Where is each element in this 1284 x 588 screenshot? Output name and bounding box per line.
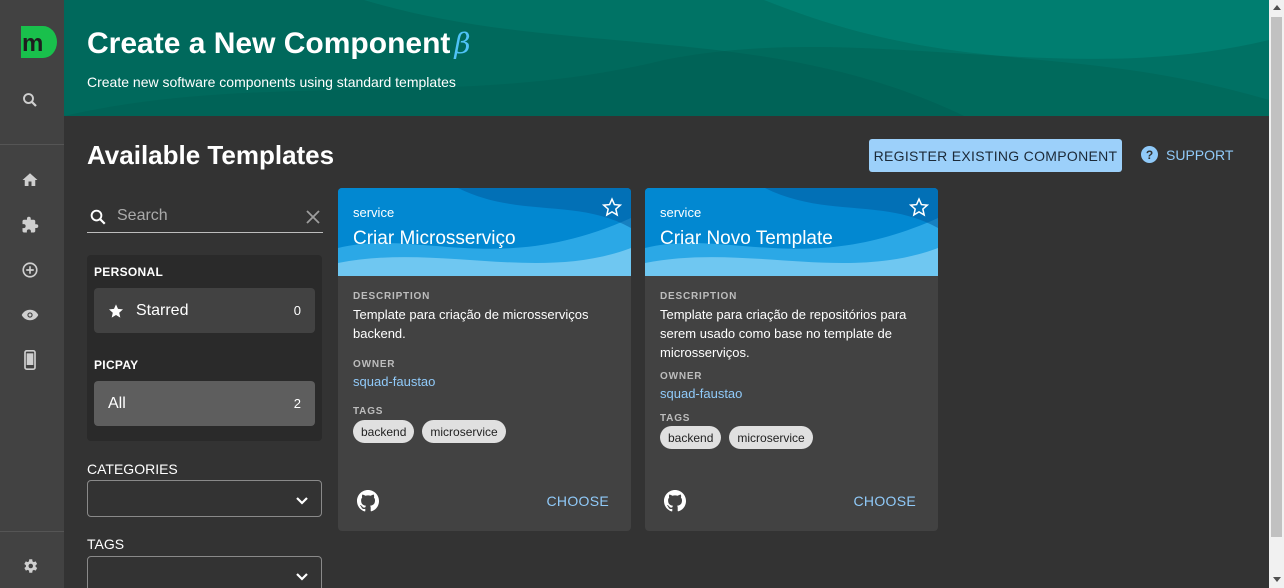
sidebar-divider	[0, 531, 64, 532]
svg-text:m: m	[22, 30, 43, 57]
register-existing-component-button[interactable]: REGISTER EXISTING COMPONENT	[869, 139, 1122, 172]
tag-list: backend microservice	[353, 420, 506, 443]
scrollbar[interactable]	[1269, 0, 1284, 588]
tags-label: TAGS	[353, 406, 384, 417]
owner-label: OWNER	[353, 359, 396, 370]
filter-starred-count: 0	[293, 303, 301, 318]
tag-chip[interactable]: backend	[353, 420, 415, 443]
github-icon[interactable]	[356, 489, 380, 518]
clear-icon[interactable]	[306, 210, 320, 229]
settings-icon[interactable]	[20, 556, 40, 576]
card-title: Criar Microsserviço	[353, 228, 516, 249]
tag-chip[interactable]: microservice	[422, 420, 506, 443]
filter-starred-label: Starred	[136, 301, 189, 319]
categories-select[interactable]	[87, 480, 322, 517]
personal-heading: PERSONAL	[94, 265, 164, 279]
page-title-text: Create a New Component	[87, 27, 451, 60]
filter-starred[interactable]: Starred 0	[94, 288, 315, 333]
search-icon	[89, 208, 107, 231]
support-button[interactable]: ? SUPPORT	[1141, 146, 1233, 163]
description-label: DESCRIPTION	[660, 291, 738, 302]
card-type: service	[353, 205, 395, 220]
support-label: SUPPORT	[1166, 146, 1234, 163]
star-outline-icon[interactable]	[601, 197, 623, 222]
scroll-up-arrow-icon[interactable]	[1273, 5, 1281, 10]
card-title: Criar Novo Template	[660, 228, 833, 249]
search-field[interactable]	[87, 200, 323, 233]
scroll-down-arrow-icon[interactable]	[1273, 577, 1281, 582]
choose-button[interactable]: CHOOSE	[547, 493, 609, 509]
owner-label: OWNER	[660, 371, 703, 382]
mobile-icon[interactable]	[20, 350, 40, 370]
org-heading: PICPAY	[94, 358, 139, 372]
tag-chip[interactable]: backend	[660, 426, 722, 449]
beta-badge: β	[454, 27, 471, 60]
logo-icon[interactable]: m	[17, 24, 57, 60]
chevron-down-icon	[295, 493, 309, 511]
description-label: DESCRIPTION	[353, 291, 431, 302]
card-description: Template para criação de microsserviços …	[353, 307, 589, 341]
card-type: service	[660, 205, 702, 220]
scroll-thumb[interactable]	[1271, 17, 1282, 537]
tags-label: TAGS	[87, 536, 125, 552]
choose-button[interactable]: CHOOSE	[854, 493, 916, 509]
card-header: service Criar Microsserviço	[338, 188, 631, 276]
page-header: Create a New Component β Create new softw…	[64, 0, 1269, 116]
template-card: service Criar Microsserviço DESCRIPTION …	[338, 188, 631, 531]
sidebar: m	[0, 0, 64, 588]
template-card: service Criar Novo Template DESCRIPTION …	[645, 188, 938, 531]
star-outline-icon[interactable]	[908, 197, 930, 222]
home-icon[interactable]	[20, 170, 40, 190]
owner-link[interactable]: squad-faustao	[353, 374, 435, 389]
star-icon	[108, 303, 124, 319]
eye-icon[interactable]	[20, 305, 40, 325]
tags-label: TAGS	[660, 413, 691, 424]
chevron-down-icon	[295, 569, 309, 587]
filter-panel: PERSONAL Starred 0 PICPAY All 2	[87, 255, 322, 441]
categories-label: CATEGORIES	[87, 461, 178, 477]
add-circle-icon[interactable]	[20, 260, 40, 280]
search-input[interactable]	[117, 207, 297, 225]
card-description: Template para criação de repositórios pa…	[660, 307, 907, 360]
card-header: service Criar Novo Template	[645, 188, 938, 276]
puzzle-icon[interactable]	[20, 215, 40, 235]
section-title: Available Templates	[87, 140, 335, 170]
filter-all-label: All	[108, 394, 126, 412]
owner-link[interactable]: squad-faustao	[660, 386, 742, 401]
search-icon[interactable]	[20, 90, 40, 110]
tag-chip[interactable]: microservice	[729, 426, 813, 449]
github-icon[interactable]	[663, 489, 687, 518]
filter-all-count: 2	[293, 396, 301, 411]
page-subtitle: Create new software components using sta…	[87, 74, 456, 90]
tag-list: backend microservice	[660, 426, 813, 449]
help-icon: ?	[1141, 146, 1158, 163]
tags-select[interactable]	[87, 556, 322, 588]
sidebar-divider	[0, 144, 64, 145]
filter-all[interactable]: All 2	[94, 381, 315, 426]
page-title: Create a New Component β	[87, 27, 471, 61]
